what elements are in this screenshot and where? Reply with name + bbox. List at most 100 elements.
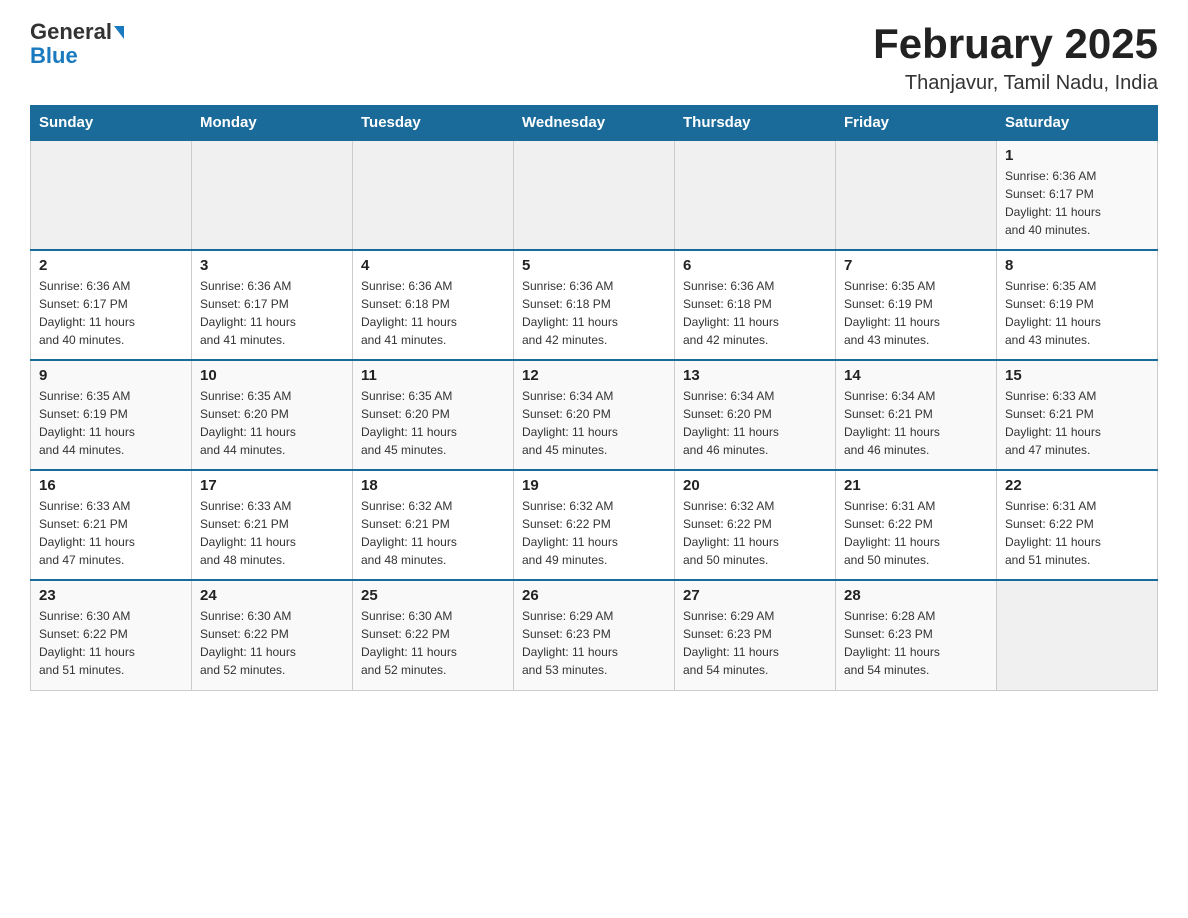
day-number: 11: [361, 367, 505, 384]
day-info: Sunrise: 6:32 AM Sunset: 6:22 PM Dayligh…: [522, 497, 666, 569]
calendar-cell: [836, 140, 997, 250]
calendar-cell: 14 Sunrise: 6:34 AM Sunset: 6:21 PM Dayli…: [836, 360, 997, 470]
day-info: Sunrise: 6:30 AM Sunset: 6:22 PM Dayligh…: [39, 607, 183, 679]
day-number: 25: [361, 587, 505, 604]
day-number: 19: [522, 477, 666, 494]
day-number: 23: [39, 587, 183, 604]
weekday-header-row: SundayMondayTuesdayWednesdayThursdayFrid…: [31, 106, 1158, 141]
calendar-cell: 19 Sunrise: 6:32 AM Sunset: 6:22 PM Dayli…: [514, 470, 675, 580]
day-info: Sunrise: 6:31 AM Sunset: 6:22 PM Dayligh…: [1005, 497, 1149, 569]
calendar-cell: 27 Sunrise: 6:29 AM Sunset: 6:23 PM Dayli…: [675, 580, 836, 690]
calendar-cell: 28 Sunrise: 6:28 AM Sunset: 6:23 PM Dayli…: [836, 580, 997, 690]
day-number: 26: [522, 587, 666, 604]
day-info: Sunrise: 6:35 AM Sunset: 6:20 PM Dayligh…: [361, 387, 505, 459]
day-number: 9: [39, 367, 183, 384]
logo-triangle-icon: [114, 26, 124, 39]
day-info: Sunrise: 6:36 AM Sunset: 6:17 PM Dayligh…: [1005, 167, 1149, 239]
day-number: 18: [361, 477, 505, 494]
calendar-cell: 11 Sunrise: 6:35 AM Sunset: 6:20 PM Dayli…: [353, 360, 514, 470]
calendar-cell: 1 Sunrise: 6:36 AM Sunset: 6:17 PM Daylig…: [997, 140, 1158, 250]
day-info: Sunrise: 6:29 AM Sunset: 6:23 PM Dayligh…: [522, 607, 666, 679]
calendar-week-row: 1 Sunrise: 6:36 AM Sunset: 6:17 PM Daylig…: [31, 140, 1158, 250]
day-number: 12: [522, 367, 666, 384]
logo: General Blue: [30, 20, 124, 68]
logo-general-text: General: [30, 20, 112, 44]
day-info: Sunrise: 6:29 AM Sunset: 6:23 PM Dayligh…: [683, 607, 827, 679]
day-info: Sunrise: 6:36 AM Sunset: 6:18 PM Dayligh…: [683, 277, 827, 349]
calendar-cell: 20 Sunrise: 6:32 AM Sunset: 6:22 PM Dayli…: [675, 470, 836, 580]
day-info: Sunrise: 6:36 AM Sunset: 6:18 PM Dayligh…: [361, 277, 505, 349]
day-info: Sunrise: 6:33 AM Sunset: 6:21 PM Dayligh…: [1005, 387, 1149, 459]
calendar-cell: 21 Sunrise: 6:31 AM Sunset: 6:22 PM Dayli…: [836, 470, 997, 580]
day-info: Sunrise: 6:35 AM Sunset: 6:19 PM Dayligh…: [844, 277, 988, 349]
day-info: Sunrise: 6:34 AM Sunset: 6:20 PM Dayligh…: [522, 387, 666, 459]
day-number: 8: [1005, 257, 1149, 274]
calendar-cell: 4Sunrise: 6:36 AM Sunset: 6:18 PM Daylig…: [353, 250, 514, 360]
calendar-cell: 24 Sunrise: 6:30 AM Sunset: 6:22 PM Dayli…: [192, 580, 353, 690]
day-number: 10: [200, 367, 344, 384]
calendar-cell: 23 Sunrise: 6:30 AM Sunset: 6:22 PM Dayli…: [31, 580, 192, 690]
calendar-cell: 13 Sunrise: 6:34 AM Sunset: 6:20 PM Dayli…: [675, 360, 836, 470]
day-number: 28: [844, 587, 988, 604]
calendar-cell: 16 Sunrise: 6:33 AM Sunset: 6:21 PM Dayli…: [31, 470, 192, 580]
calendar-week-row: 2 Sunrise: 6:36 AM Sunset: 6:17 PM Daylig…: [31, 250, 1158, 360]
calendar-cell: [675, 140, 836, 250]
calendar-title: February 2025: [873, 20, 1158, 68]
day-number: 13: [683, 367, 827, 384]
page-header: General Blue February 2025 Thanjavur, Ta…: [30, 20, 1158, 95]
day-number: 21: [844, 477, 988, 494]
day-number: 6: [683, 257, 827, 274]
calendar-week-row: 16 Sunrise: 6:33 AM Sunset: 6:21 PM Dayli…: [31, 470, 1158, 580]
day-info: Sunrise: 6:32 AM Sunset: 6:21 PM Dayligh…: [361, 497, 505, 569]
calendar-cell: 6 Sunrise: 6:36 AM Sunset: 6:18 PM Daylig…: [675, 250, 836, 360]
calendar-cell: [997, 580, 1158, 690]
logo-blue-text: Blue: [30, 44, 78, 68]
day-info: Sunrise: 6:35 AM Sunset: 6:20 PM Dayligh…: [200, 387, 344, 459]
day-info: Sunrise: 6:33 AM Sunset: 6:21 PM Dayligh…: [39, 497, 183, 569]
weekday-header-thursday: Thursday: [675, 106, 836, 141]
calendar-cell: 15 Sunrise: 6:33 AM Sunset: 6:21 PM Dayli…: [997, 360, 1158, 470]
day-number: 24: [200, 587, 344, 604]
calendar-cell: 17Sunrise: 6:33 AM Sunset: 6:21 PM Dayli…: [192, 470, 353, 580]
calendar-cell: 10 Sunrise: 6:35 AM Sunset: 6:20 PM Dayli…: [192, 360, 353, 470]
calendar-cell: [31, 140, 192, 250]
day-info: Sunrise: 6:36 AM Sunset: 6:17 PM Dayligh…: [39, 277, 183, 349]
calendar-cell: 8 Sunrise: 6:35 AM Sunset: 6:19 PM Daylig…: [997, 250, 1158, 360]
day-info: Sunrise: 6:35 AM Sunset: 6:19 PM Dayligh…: [39, 387, 183, 459]
day-number: 16: [39, 477, 183, 494]
calendar-cell: 12 Sunrise: 6:34 AM Sunset: 6:20 PM Dayli…: [514, 360, 675, 470]
calendar-cell: 18 Sunrise: 6:32 AM Sunset: 6:21 PM Dayli…: [353, 470, 514, 580]
weekday-header-monday: Monday: [192, 106, 353, 141]
day-info: Sunrise: 6:30 AM Sunset: 6:22 PM Dayligh…: [200, 607, 344, 679]
calendar-cell: 22 Sunrise: 6:31 AM Sunset: 6:22 PM Dayli…: [997, 470, 1158, 580]
day-number: 14: [844, 367, 988, 384]
weekday-header-friday: Friday: [836, 106, 997, 141]
day-info: Sunrise: 6:34 AM Sunset: 6:20 PM Dayligh…: [683, 387, 827, 459]
day-number: 5: [522, 257, 666, 274]
calendar-cell: [514, 140, 675, 250]
weekday-header-sunday: Sunday: [31, 106, 192, 141]
calendar-subtitle: Thanjavur, Tamil Nadu, India: [873, 72, 1158, 95]
day-info: Sunrise: 6:31 AM Sunset: 6:22 PM Dayligh…: [844, 497, 988, 569]
day-number: 2: [39, 257, 183, 274]
weekday-header-tuesday: Tuesday: [353, 106, 514, 141]
calendar-cell: 2 Sunrise: 6:36 AM Sunset: 6:17 PM Daylig…: [31, 250, 192, 360]
day-number: 1: [1005, 147, 1149, 164]
calendar-cell: 26 Sunrise: 6:29 AM Sunset: 6:23 PM Dayli…: [514, 580, 675, 690]
day-info: Sunrise: 6:34 AM Sunset: 6:21 PM Dayligh…: [844, 387, 988, 459]
day-info: Sunrise: 6:28 AM Sunset: 6:23 PM Dayligh…: [844, 607, 988, 679]
day-info: Sunrise: 6:30 AM Sunset: 6:22 PM Dayligh…: [361, 607, 505, 679]
weekday-header-saturday: Saturday: [997, 106, 1158, 141]
day-number: 15: [1005, 367, 1149, 384]
day-number: 20: [683, 477, 827, 494]
day-number: 22: [1005, 477, 1149, 494]
day-info: Sunrise: 6:32 AM Sunset: 6:22 PM Dayligh…: [683, 497, 827, 569]
calendar-cell: [353, 140, 514, 250]
calendar-cell: 5Sunrise: 6:36 AM Sunset: 6:18 PM Daylig…: [514, 250, 675, 360]
day-number: 3: [200, 257, 344, 274]
calendar-cell: 25 Sunrise: 6:30 AM Sunset: 6:22 PM Dayli…: [353, 580, 514, 690]
day-number: 17: [200, 477, 344, 494]
day-number: 27: [683, 587, 827, 604]
day-number: 7: [844, 257, 988, 274]
day-info: Sunrise: 6:35 AM Sunset: 6:19 PM Dayligh…: [1005, 277, 1149, 349]
